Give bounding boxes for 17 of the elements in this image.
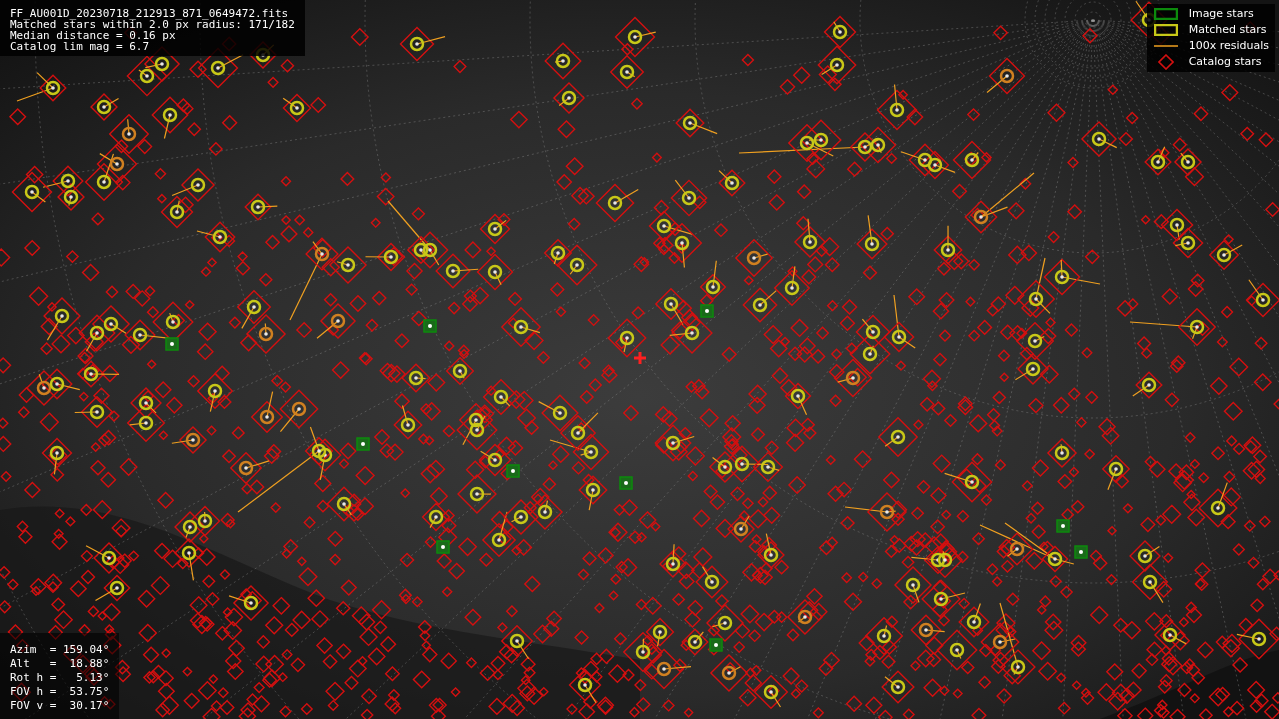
catalog-star-legend-icon	[1157, 54, 1174, 70]
info-line: FF_AU001D_20230718_212913_871_0649472.fits	[10, 8, 290, 19]
legend-label: Matched stars	[1188, 21, 1267, 38]
info-line: Median distance = 0.16 px	[10, 30, 176, 41]
pointing-line: FOV h = 53.75°	[10, 685, 110, 699]
pointing-line: Rot h = 5.13°	[10, 671, 110, 685]
info-line: Matched stars within 2.0 px radius: 171/182	[10, 19, 295, 30]
residual-line-legend-icon	[1153, 44, 1178, 48]
matched-star-legend-icon	[1153, 24, 1178, 36]
legend-label: 100x residuals	[1188, 37, 1269, 54]
pointing-line: FOV v = 30.17°	[10, 699, 110, 713]
pointing-line: Azim = 159.04°	[10, 643, 110, 657]
info-line: Catalog lim mag = 6.7	[10, 41, 151, 52]
legend-label: Image stars	[1188, 5, 1254, 22]
legend-label: Catalog stars	[1188, 53, 1262, 70]
pointing-line: Alt = 18.88°	[10, 657, 110, 671]
image-star-legend-icon	[1153, 8, 1178, 20]
